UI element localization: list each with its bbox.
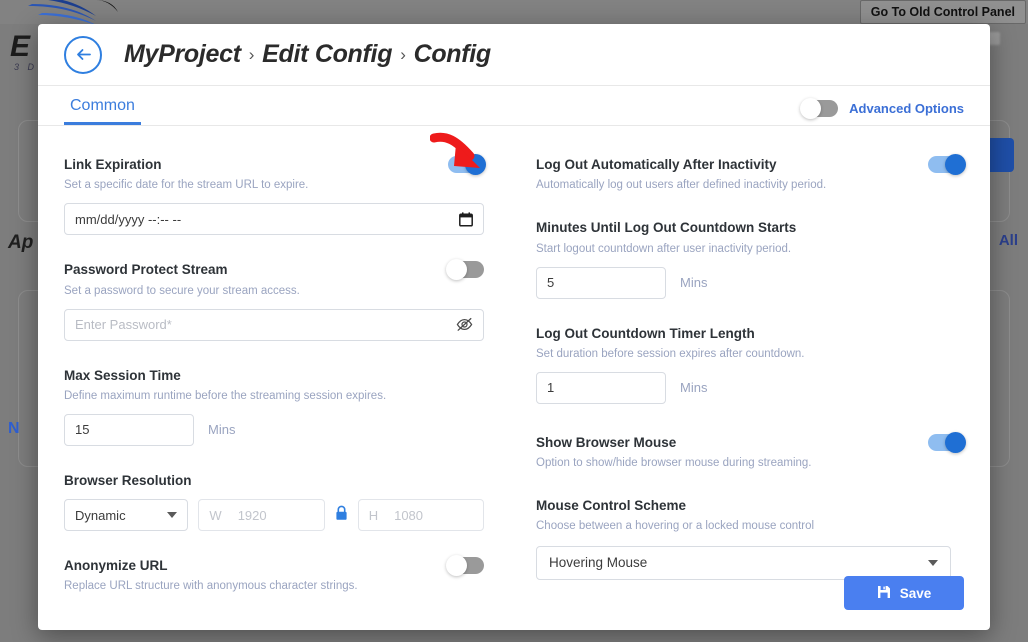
save-button[interactable]: Save xyxy=(844,576,964,610)
field-description: Set a specific date for the stream URL t… xyxy=(64,177,308,193)
max-session-time-input[interactable]: 15 xyxy=(64,414,194,446)
advanced-options-label: Advanced Options xyxy=(849,101,964,116)
tab-common[interactable]: Common xyxy=(64,97,141,125)
toggle-knob xyxy=(945,154,966,175)
lock-icon[interactable] xyxy=(335,505,348,526)
backdrop-view-all-link[interactable]: All xyxy=(999,232,1018,249)
field-description: Option to show/hide browser mouse during… xyxy=(536,455,812,471)
modal-body: Link Expiration Set a specific date for … xyxy=(38,126,990,596)
password-input-placeholder: Enter Password* xyxy=(75,317,456,332)
arrow-left-icon xyxy=(75,46,92,63)
field-browser-resolution: Browser Resolution Dynamic W 1920 xyxy=(64,472,484,531)
advanced-options-toggle[interactable] xyxy=(802,100,838,117)
input-value: 15 xyxy=(75,422,89,437)
select-value: Dynamic xyxy=(75,508,126,523)
field-label: Show Browser Mouse xyxy=(536,434,812,452)
left-settings-column: Link Expiration Set a specific date for … xyxy=(64,156,514,596)
resolution-mode-select[interactable]: Dynamic xyxy=(64,499,188,531)
save-disk-icon xyxy=(877,585,891,602)
input-value: 1 xyxy=(547,380,554,395)
breadcrumb-separator: › xyxy=(400,45,405,65)
countdown-timer-length-input[interactable]: 1 xyxy=(536,372,666,404)
back-button[interactable] xyxy=(64,36,102,74)
link-expiration-date-input[interactable]: mm/dd/yyyy --:-- -- xyxy=(64,203,484,235)
logout-automatically-toggle[interactable] xyxy=(928,156,964,173)
field-label: Link Expiration xyxy=(64,156,308,174)
modal-footer: Save xyxy=(38,556,990,630)
toggle-knob xyxy=(446,259,467,280)
field-description: Choose between a hovering or a locked mo… xyxy=(536,518,964,534)
field-description: Set duration before session expires afte… xyxy=(536,346,964,362)
breadcrumb: MyProject › Edit Config › Config xyxy=(124,40,491,69)
show-browser-mouse-toggle[interactable] xyxy=(928,434,964,451)
right-settings-column: Log Out Automatically After Inactivity A… xyxy=(514,156,964,596)
backdrop-brand-subtitle: 3 D xyxy=(14,62,37,72)
eye-off-icon[interactable] xyxy=(456,317,473,332)
toggle-knob xyxy=(945,432,966,453)
field-password-protect: Password Protect Stream Set a password t… xyxy=(64,261,484,340)
date-input-text: mm/dd/yyyy --:-- -- xyxy=(75,212,459,227)
edit-config-modal: MyProject › Edit Config › Config Common … xyxy=(38,24,990,630)
resolution-width-input[interactable]: W 1920 xyxy=(198,499,324,531)
app-topbar: Go To Old Control Panel xyxy=(0,0,1028,24)
toggle-knob xyxy=(465,154,486,175)
field-logout-automatically: Log Out Automatically After Inactivity A… xyxy=(536,156,964,193)
height-placeholder: 1080 xyxy=(394,508,423,523)
backdrop-section-title: Ap xyxy=(8,232,33,254)
unit-label: Mins xyxy=(680,275,707,290)
resolution-height-input[interactable]: H 1080 xyxy=(358,499,484,531)
field-description: Start logout countdown after user inacti… xyxy=(536,241,964,257)
field-label: Browser Resolution xyxy=(64,472,484,490)
field-max-session-time: Max Session Time Define maximum runtime … xyxy=(64,367,484,446)
backdrop-side-link[interactable]: N xyxy=(8,420,20,438)
calendar-icon[interactable] xyxy=(459,212,473,227)
width-prefix: W xyxy=(209,508,221,523)
breadcrumb-leaf: Config xyxy=(414,40,491,69)
field-label: Max Session Time xyxy=(64,367,484,385)
field-description: Define maximum runtime before the stream… xyxy=(64,388,484,404)
input-value: 5 xyxy=(547,275,554,290)
unit-label: Mins xyxy=(680,380,707,395)
width-placeholder: 1920 xyxy=(238,508,267,523)
field-label: Log Out Countdown Timer Length xyxy=(536,325,964,343)
advanced-options-group: Advanced Options xyxy=(802,100,964,125)
field-label: Minutes Until Log Out Countdown Starts xyxy=(536,219,964,237)
field-description: Set a password to secure your stream acc… xyxy=(64,283,300,299)
backdrop-brand-mark: E xyxy=(10,30,29,64)
password-input[interactable]: Enter Password* xyxy=(64,309,484,341)
field-label: Mouse Control Scheme xyxy=(536,497,964,515)
unit-label: Mins xyxy=(208,422,235,437)
field-description: Automatically log out users after define… xyxy=(536,177,826,193)
go-to-old-control-panel-button[interactable]: Go To Old Control Panel xyxy=(860,0,1026,24)
breadcrumb-middle[interactable]: Edit Config xyxy=(262,40,392,69)
save-button-label: Save xyxy=(900,586,932,601)
field-label: Log Out Automatically After Inactivity xyxy=(536,156,826,174)
password-protect-toggle[interactable] xyxy=(448,261,484,278)
tab-bar: Common Advanced Options xyxy=(38,86,990,126)
breadcrumb-separator: › xyxy=(249,45,254,65)
link-expiration-toggle[interactable] xyxy=(448,156,484,173)
breadcrumb-root[interactable]: MyProject xyxy=(124,40,241,69)
modal-header: MyProject › Edit Config › Config xyxy=(38,24,990,86)
field-label: Password Protect Stream xyxy=(64,261,300,279)
minutes-until-logout-input[interactable]: 5 xyxy=(536,267,666,299)
height-prefix: H xyxy=(369,508,378,523)
field-countdown-timer-length: Log Out Countdown Timer Length Set durat… xyxy=(536,325,964,404)
field-show-browser-mouse: Show Browser Mouse Option to show/hide b… xyxy=(536,434,964,471)
field-minutes-until-logout: Minutes Until Log Out Countdown Starts S… xyxy=(536,219,964,298)
chevron-down-icon xyxy=(167,512,177,518)
toggle-knob xyxy=(800,98,821,119)
field-link-expiration: Link Expiration Set a specific date for … xyxy=(64,156,484,235)
